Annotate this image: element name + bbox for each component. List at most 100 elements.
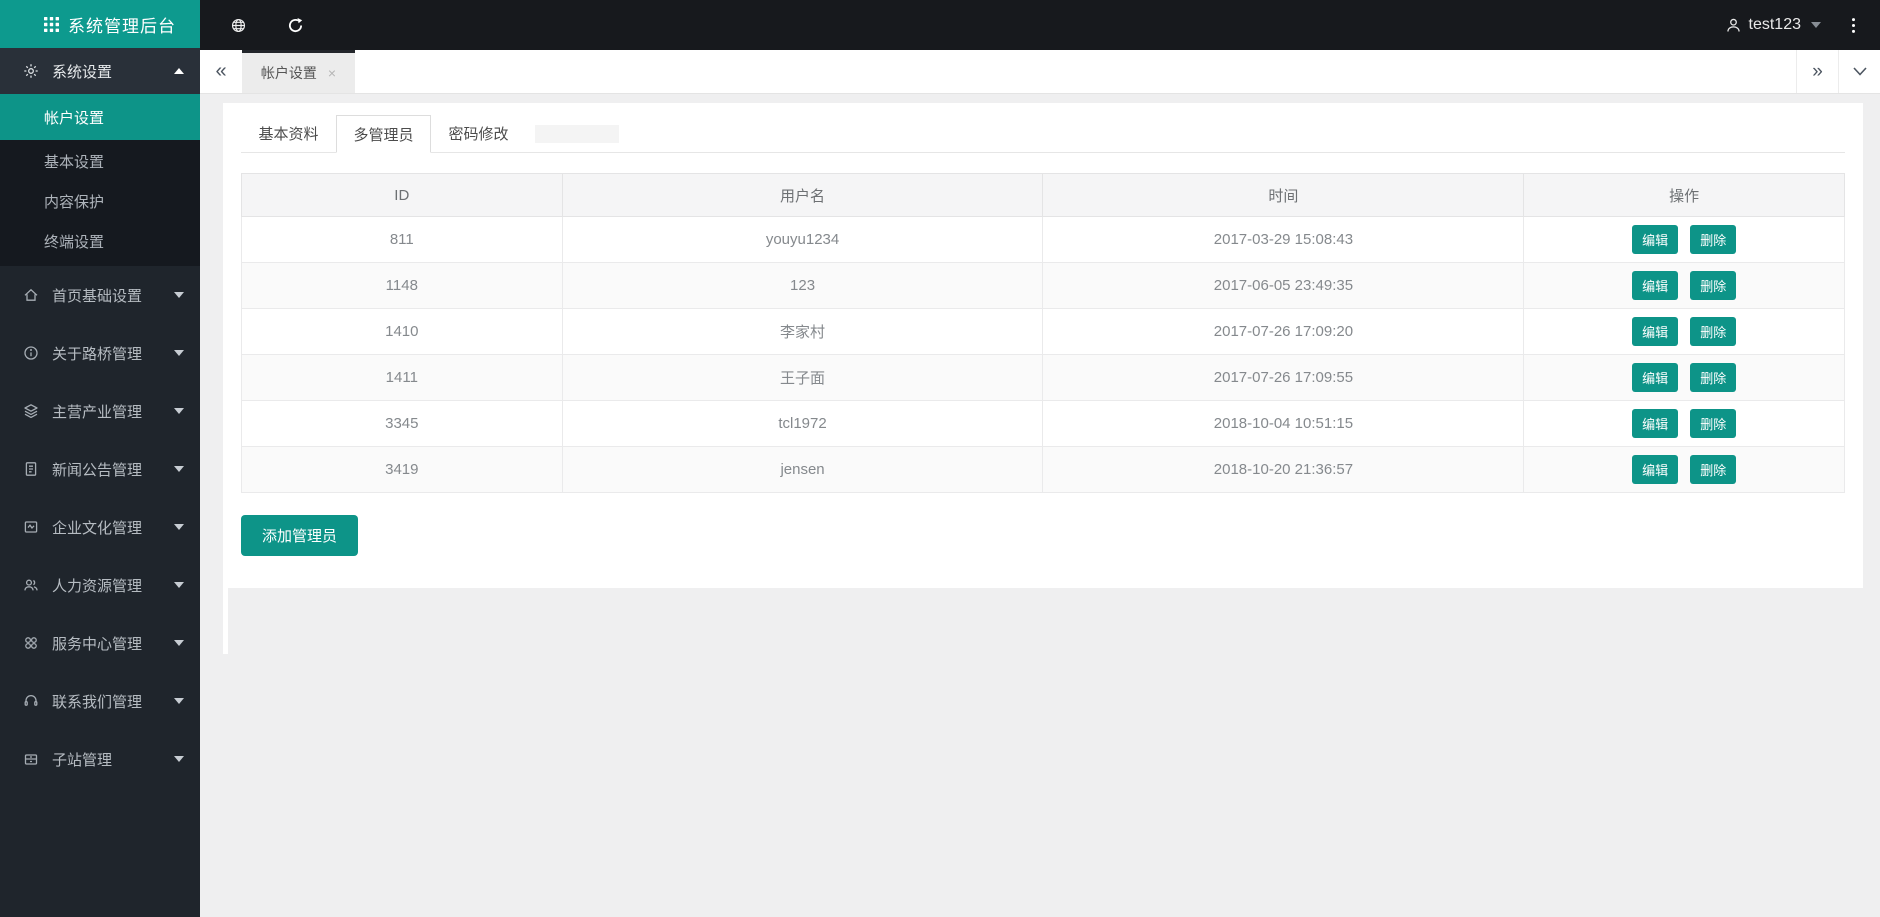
edit-button[interactable]: 编辑 — [1632, 271, 1679, 300]
cell-time: 2018-10-04 10:51:15 — [1042, 400, 1525, 447]
delete-button[interactable]: 删除 — [1690, 363, 1737, 392]
caret-down-icon — [174, 698, 184, 704]
caret-down-icon — [174, 640, 184, 646]
account-settings-panel: 基本资料 多管理员 密码修改 ID 用户名 时间 操作 811 youyu123… — [223, 103, 1863, 588]
headset-icon — [22, 693, 39, 709]
edit-button[interactable]: 编辑 — [1632, 317, 1679, 346]
people-icon — [22, 577, 39, 593]
service-icon — [22, 635, 39, 651]
topbar-right: test123 — [1725, 16, 1856, 34]
edit-button[interactable]: 编辑 — [1632, 409, 1679, 438]
tabbar-spacer — [355, 50, 1796, 93]
sidebar-item-content-protection[interactable]: 内容保护 — [0, 183, 200, 223]
caret-down-icon — [174, 582, 184, 588]
main-column: test123 « 帐户设置 × » 基本资料 多管理员 密码修改 ID 用户名… — [200, 0, 1880, 917]
news-icon — [22, 461, 39, 477]
kebab-menu-icon[interactable] — [1851, 17, 1856, 34]
sidebar-group-hr[interactable]: 人力资源管理 — [0, 556, 200, 614]
tab-account-settings[interactable]: 帐户设置 × — [242, 50, 355, 93]
app-root: 系统管理后台 系统设置 帐户设置 基本设置 内容保护 终端设置 首页基础设置 关… — [0, 0, 1880, 917]
edit-button[interactable]: 编辑 — [1632, 363, 1679, 392]
sidebar-nav: 系统设置 帐户设置 基本设置 内容保护 终端设置 首页基础设置 关于路桥管理 主… — [0, 48, 200, 788]
cell-username: tcl1972 — [561, 400, 1044, 447]
caret-down-icon — [174, 350, 184, 356]
delete-button[interactable]: 删除 — [1690, 271, 1737, 300]
sidebar-group-culture[interactable]: 企业文化管理 — [0, 498, 200, 556]
sidebar-item-label: 帐户设置 — [44, 109, 105, 127]
cell-username: jensen — [561, 446, 1044, 493]
cell-id: 3345 — [241, 400, 563, 447]
column-header-actions: 操作 — [1523, 173, 1845, 217]
sidebar: 系统管理后台 系统设置 帐户设置 基本设置 内容保护 终端设置 首页基础设置 关… — [0, 0, 200, 917]
globe-icon[interactable] — [230, 17, 247, 34]
scroll-tabs-right-button[interactable]: » — [1796, 50, 1838, 93]
sidebar-group-about[interactable]: 关于路桥管理 — [0, 324, 200, 382]
table-row: 3345 tcl1972 2018-10-04 10:51:15 编辑 删除 — [241, 400, 1845, 447]
username: test123 — [1748, 16, 1801, 33]
sidebar-item-basic-settings[interactable]: 基本设置 — [0, 143, 200, 183]
add-admin-button[interactable]: 添加管理员 — [241, 515, 359, 556]
cell-actions: 编辑 删除 — [1523, 446, 1845, 493]
cell-time: 2017-07-26 17:09:20 — [1042, 308, 1525, 355]
sidebar-group-contact[interactable]: 联系我们管理 — [0, 672, 200, 730]
user-menu[interactable]: test123 — [1725, 16, 1821, 34]
column-header-id: ID — [241, 173, 563, 217]
gear-icon — [22, 63, 39, 79]
caret-down-icon — [174, 292, 184, 298]
sidebar-group-homepage[interactable]: 首页基础设置 — [0, 266, 200, 324]
cell-username: youyu1234 — [561, 216, 1044, 263]
scroll-tabs-left-button[interactable]: « — [200, 50, 242, 93]
grid-icon — [44, 16, 59, 32]
sidebar-submenu: 基本设置 内容保护 终端设置 — [0, 140, 200, 266]
edit-button[interactable]: 编辑 — [1632, 225, 1679, 254]
delete-button[interactable]: 删除 — [1690, 455, 1737, 484]
sidebar-group-industry[interactable]: 主营产业管理 — [0, 382, 200, 440]
user-icon — [1725, 17, 1742, 34]
info-icon — [22, 345, 39, 361]
caret-down-icon — [1811, 22, 1821, 28]
subsite-icon — [22, 751, 39, 767]
topbar: test123 — [200, 0, 1880, 50]
tab-multi-admin[interactable]: 多管理员 — [336, 115, 431, 153]
sidebar-group-system-settings[interactable]: 系统设置 — [0, 48, 200, 94]
table-row: 811 youyu1234 2017-03-29 15:08:43 编辑 删除 — [241, 216, 1845, 263]
cell-username: 123 — [561, 262, 1044, 309]
skeleton-block — [535, 124, 619, 143]
caret-down-icon — [174, 408, 184, 414]
cell-time: 2017-07-26 17:09:55 — [1042, 354, 1525, 401]
tab-basic-profile[interactable]: 基本资料 — [241, 115, 336, 152]
delete-button[interactable]: 删除 — [1690, 225, 1737, 254]
delete-button[interactable]: 删除 — [1690, 409, 1737, 438]
tab-change-password[interactable]: 密码修改 — [431, 115, 526, 152]
caret-up-icon — [174, 68, 184, 74]
refresh-icon[interactable] — [287, 17, 304, 34]
cell-id: 811 — [241, 216, 563, 263]
panel-edge-sliver — [223, 588, 228, 654]
close-icon[interactable]: × — [328, 65, 336, 81]
delete-button[interactable]: 删除 — [1690, 317, 1737, 346]
cell-time: 2017-03-29 15:08:43 — [1042, 216, 1525, 263]
collapse-tabbar-button[interactable] — [1838, 50, 1880, 93]
sidebar-group-subsite[interactable]: 子站管理 — [0, 730, 200, 788]
tab-label: 帐户设置 — [260, 65, 317, 81]
sidebar-group-news[interactable]: 新闻公告管理 — [0, 440, 200, 498]
content-area: 基本资料 多管理员 密码修改 ID 用户名 时间 操作 811 youyu123… — [200, 94, 1880, 917]
sidebar-item-terminal-settings[interactable]: 终端设置 — [0, 223, 200, 263]
table-row: 3419 jensen 2018-10-20 21:36:57 编辑 删除 — [241, 446, 1845, 493]
table-row: 1410 李家村 2017-07-26 17:09:20 编辑 删除 — [241, 308, 1845, 355]
cell-actions: 编辑 删除 — [1523, 400, 1845, 447]
sidebar-group-label: 系统设置 — [52, 63, 113, 81]
cell-actions: 编辑 删除 — [1523, 262, 1845, 309]
sidebar-group-service-center[interactable]: 服务中心管理 — [0, 614, 200, 672]
layers-icon — [22, 403, 39, 419]
caret-down-icon — [174, 756, 184, 762]
table-row: 1411 王子面 2017-07-26 17:09:55 编辑 删除 — [241, 354, 1845, 401]
tabbar: « 帐户设置 × » — [200, 50, 1880, 94]
cell-id: 1148 — [241, 262, 563, 309]
caret-down-icon — [174, 524, 184, 530]
cell-id: 1411 — [241, 354, 563, 401]
cell-time: 2018-10-20 21:36:57 — [1042, 446, 1525, 493]
table-header-row: ID 用户名 时间 操作 — [241, 173, 1845, 217]
edit-button[interactable]: 编辑 — [1632, 455, 1679, 484]
sidebar-item-account-settings[interactable]: 帐户设置 — [0, 94, 200, 140]
